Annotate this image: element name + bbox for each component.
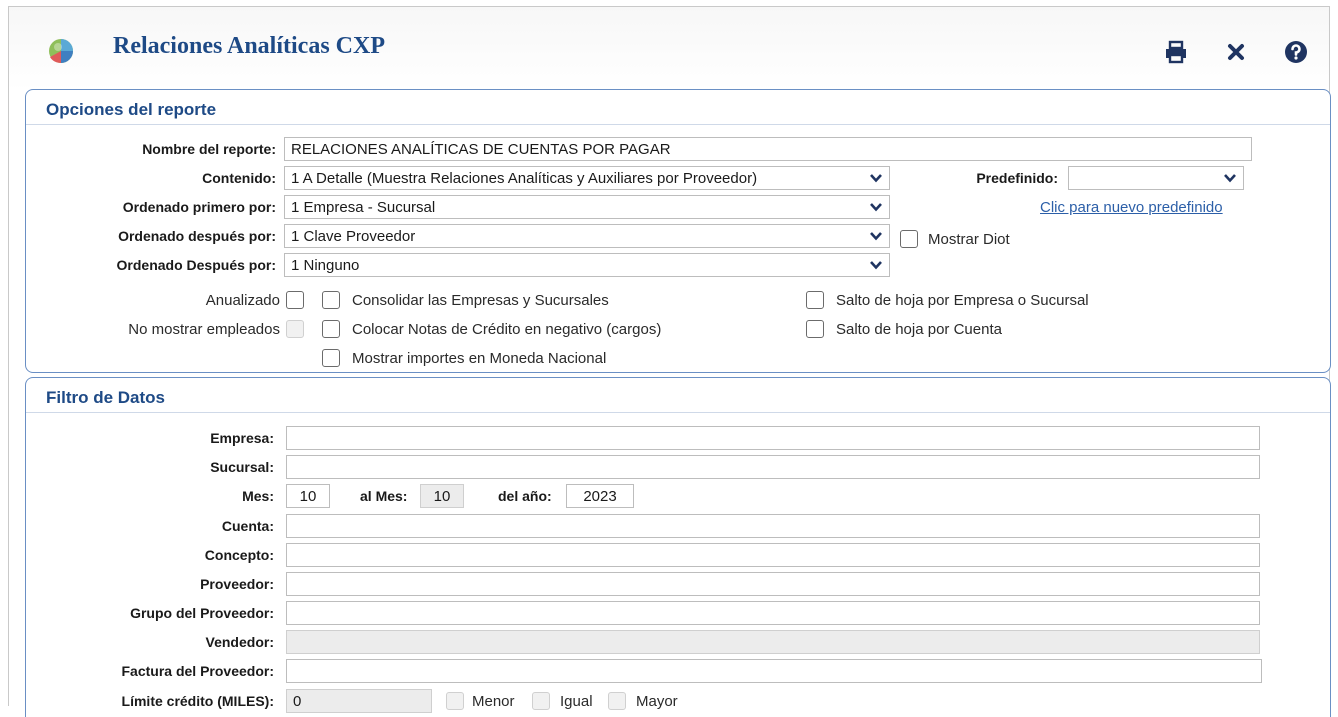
filtro-panel: Filtro de Datos Empresa: Sucursal: Mes: … xyxy=(25,377,1331,717)
nuevo-predefinido-link[interactable]: Clic para nuevo predefinido xyxy=(1040,199,1223,216)
vendedor-label: Vendedor: xyxy=(205,634,274,650)
app-logo-icon xyxy=(49,39,73,64)
report-window: Relaciones Analíticas CXP Opciones del r… xyxy=(8,6,1331,717)
cuenta-label: Cuenta: xyxy=(221,518,274,534)
vendedor-input[interactable] xyxy=(286,630,1260,654)
factura-proveedor-input[interactable] xyxy=(286,659,1262,683)
limite-label: Límite crédito (MILES): xyxy=(121,693,274,709)
proveedor-label: Proveedor: xyxy=(200,576,274,592)
ordenado-despues2-select[interactable]: 1 Ninguno xyxy=(284,253,890,277)
chevron-down-icon xyxy=(870,261,882,270)
mostrar-importes-label: Mostrar importes en Moneda Nacional xyxy=(352,350,607,367)
empresa-input[interactable] xyxy=(286,426,1260,450)
igual-checkbox[interactable] xyxy=(532,692,550,710)
header-bar: Relaciones Analíticas CXP xyxy=(9,7,1329,87)
ordenado-despues-select[interactable]: 1 Clave Proveedor xyxy=(284,224,890,248)
ordenado-despues-label: Ordenado después por: xyxy=(118,228,276,244)
colocar-notas-checkbox[interactable] xyxy=(322,320,340,338)
predefinido-label: Predefinido: xyxy=(976,170,1058,186)
salto-empresa-checkbox[interactable] xyxy=(806,291,824,309)
mayor-label: Mayor xyxy=(636,693,678,710)
divider xyxy=(26,124,1330,125)
grupo-proveedor-label: Grupo del Proveedor: xyxy=(130,605,274,621)
nombre-label: Nombre del reporte: xyxy=(142,141,276,157)
mostrar-diot-label: Mostrar Diot xyxy=(928,231,1010,248)
salto-cuenta-label: Salto de hoja por Cuenta xyxy=(836,321,1002,338)
empresa-label: Empresa: xyxy=(210,430,274,446)
anio-input[interactable]: 2023 xyxy=(566,484,634,508)
chevron-down-icon xyxy=(870,174,882,183)
no-mostrar-empleados-checkbox[interactable] xyxy=(286,320,304,338)
sucursal-input[interactable] xyxy=(286,455,1260,479)
consolidar-label: Consolidar las Empresas y Sucursales xyxy=(352,292,609,309)
ordenado-despues-value: 1 Clave Proveedor xyxy=(291,228,416,245)
no-mostrar-empleados-label: No mostrar empleados xyxy=(128,321,280,338)
sucursal-label: Sucursal: xyxy=(210,459,274,475)
concepto-input[interactable] xyxy=(286,543,1260,567)
anualizado-label: Anualizado xyxy=(205,292,280,309)
grupo-proveedor-input[interactable] xyxy=(286,601,1260,625)
anualizado-checkbox[interactable] xyxy=(286,291,304,309)
close-button[interactable] xyxy=(1223,39,1249,65)
mes-input[interactable]: 10 xyxy=(286,484,330,508)
menor-label: Menor xyxy=(472,693,515,710)
proveedor-input[interactable] xyxy=(286,572,1260,596)
contenido-value: 1 A Detalle (Muestra Relaciones Analític… xyxy=(291,170,758,187)
divider xyxy=(26,412,1330,413)
predefinido-select[interactable] xyxy=(1068,166,1244,190)
cuenta-input[interactable] xyxy=(286,514,1260,538)
print-button[interactable] xyxy=(1163,39,1189,65)
igual-label: Igual xyxy=(560,693,593,710)
help-button[interactable] xyxy=(1283,39,1309,65)
ordenado-primero-value: 1 Empresa - Sucursal xyxy=(291,199,436,216)
contenido-label: Contenido: xyxy=(202,170,276,186)
salto-cuenta-checkbox[interactable] xyxy=(806,320,824,338)
print-icon xyxy=(1166,40,1186,64)
chevron-down-icon xyxy=(870,203,882,212)
opciones-panel-title: Opciones del reporte xyxy=(46,100,217,119)
ordenado-despues2-label: Ordenado Después por: xyxy=(116,257,276,273)
chevron-down-icon xyxy=(870,232,882,241)
filtro-panel-title: Filtro de Datos xyxy=(46,388,166,407)
nombre-reporte-input[interactable]: RELACIONES ANALÍTICAS DE CUENTAS POR PAG… xyxy=(284,137,1252,161)
salto-empresa-label: Salto de hoja por Empresa o Sucursal xyxy=(836,292,1089,309)
chevron-down-icon xyxy=(1224,174,1236,183)
mostrar-importes-checkbox[interactable] xyxy=(322,349,340,367)
ordenado-despues2-value: 1 Ninguno xyxy=(291,257,360,274)
colocar-notas-label: Colocar Notas de Crédito en negativo (ca… xyxy=(352,321,662,338)
al-mes-label: al Mes: xyxy=(360,488,408,504)
mayor-checkbox[interactable] xyxy=(608,692,626,710)
factura-label: Factura del Proveedor: xyxy=(121,663,275,679)
mes-label: Mes: xyxy=(242,488,274,504)
ordenado-primero-select[interactable]: 1 Empresa - Sucursal xyxy=(284,195,890,219)
contenido-select[interactable]: 1 A Detalle (Muestra Relaciones Analític… xyxy=(284,166,890,190)
menor-checkbox[interactable] xyxy=(446,692,464,710)
help-icon xyxy=(1285,41,1307,63)
mostrar-diot-checkbox[interactable] xyxy=(900,230,918,248)
consolidar-checkbox[interactable] xyxy=(322,291,340,309)
anio-label: del año: xyxy=(498,488,552,504)
page-title: Relaciones Analíticas CXP xyxy=(113,33,385,59)
concepto-label: Concepto: xyxy=(204,547,274,563)
limite-credito-input[interactable]: 0 xyxy=(286,689,432,713)
toolbar xyxy=(1149,21,1329,79)
ordenado-primero-label: Ordenado primero por: xyxy=(122,199,276,215)
al-mes-input[interactable]: 10 xyxy=(420,484,464,508)
opciones-panel: Opciones del reporte Nombre del reporte:… xyxy=(25,89,1331,373)
close-icon xyxy=(1228,44,1244,60)
